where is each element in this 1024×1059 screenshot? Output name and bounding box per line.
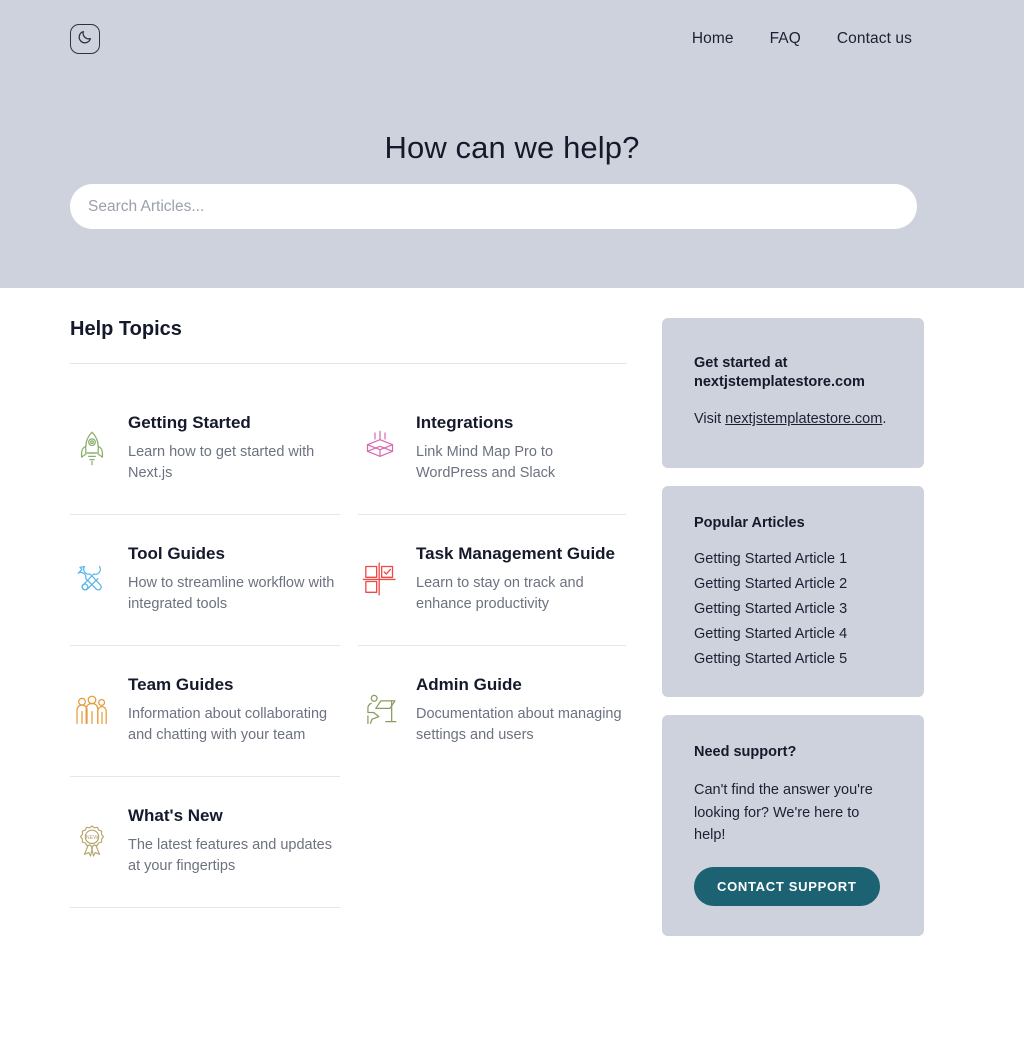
topic-title: Admin Guide: [416, 675, 522, 694]
topic-title: Getting Started: [128, 413, 251, 432]
svg-text:NEW: NEW: [86, 835, 100, 841]
list-item[interactable]: Getting Started Article 4: [694, 626, 892, 642]
contact-support-button[interactable]: CONTACT SUPPORT: [694, 867, 880, 907]
nav-item-faq[interactable]: FAQ: [770, 30, 801, 48]
topic-text: Getting Started Learn how to get started…: [128, 410, 338, 484]
topic-description: How to streamline workflow with integrat…: [128, 575, 335, 613]
topic-description: Documentation about managing settings an…: [416, 706, 622, 744]
topic-text: Team Guides Information about collaborat…: [128, 672, 338, 746]
topic-card-integrations[interactable]: Integrations Link Mind Map Pro to WordPr…: [358, 384, 626, 515]
nav-item-home[interactable]: Home: [692, 30, 734, 48]
topic-text: Tool Guides How to streamline workflow w…: [128, 541, 338, 615]
help-topics-column-left: Getting Started Learn how to get started…: [70, 384, 348, 908]
topic-text: What's New The latest features and updat…: [128, 803, 338, 877]
topic-description: Link Mind Map Pro to WordPress and Slack: [416, 444, 556, 482]
topic-text: Admin Guide Documentation about managing…: [416, 672, 626, 746]
promo-card: Get started at nextjstemplatestore.com V…: [662, 318, 924, 469]
main-content: Help Topics Getting Started Learn how to…: [0, 288, 1024, 937]
people-group-icon: [70, 688, 114, 732]
topic-card-admin-guide[interactable]: Admin Guide Documentation about managing…: [358, 646, 626, 777]
popular-articles-card: Popular Articles Getting Started Article…: [662, 486, 924, 697]
topic-card-getting-started[interactable]: Getting Started Learn how to get started…: [70, 384, 340, 515]
promo-link[interactable]: nextjstemplatestore.com: [725, 411, 882, 427]
topic-title: Team Guides: [128, 675, 234, 694]
nav-item-contact-us[interactable]: Contact us: [837, 30, 912, 48]
promo-text-after: .: [882, 411, 887, 428]
topic-text: Task Management Guide Learn to stay on t…: [416, 541, 626, 615]
search-input[interactable]: [70, 184, 917, 229]
topic-title: Tool Guides: [128, 544, 225, 563]
tools-icon: [70, 557, 114, 601]
topic-text: Integrations Link Mind Map Pro to WordPr…: [416, 410, 626, 484]
promo-text: Visit nextjstemplatestore.com.: [694, 409, 892, 430]
list-item[interactable]: Getting Started Article 1: [694, 551, 892, 567]
topic-description: Information about collaborating and chat…: [128, 706, 328, 744]
topic-title: Integrations: [416, 413, 514, 432]
top-navbar: Home FAQ Contact us: [0, 0, 1024, 78]
topic-card-tool-guides[interactable]: Tool Guides How to streamline workflow w…: [70, 515, 340, 646]
task-grid-check-icon: [358, 557, 402, 601]
popular-articles-list: Getting Started Article 1 Getting Starte…: [694, 551, 892, 667]
new-badge-icon: NEW: [70, 819, 114, 863]
sidebar: Get started at nextjstemplatestore.com V…: [662, 288, 924, 937]
topic-card-team-guides[interactable]: Team Guides Information about collaborat…: [70, 646, 340, 777]
moon-icon: [77, 29, 93, 50]
help-topics-heading: Help Topics: [70, 318, 182, 340]
search-bar: [70, 184, 917, 229]
list-item[interactable]: Getting Started Article 5: [694, 651, 892, 667]
person-at-desk-icon: [358, 688, 402, 732]
help-topics-section: Help Topics Getting Started Learn how to…: [70, 288, 635, 908]
page-title: How can we help?: [384, 130, 640, 165]
topic-title: Task Management Guide: [416, 544, 616, 563]
help-topics-divider: [70, 363, 627, 364]
open-box-icon: [358, 426, 402, 470]
support-text: Can't find the answer you're looking for…: [694, 782, 873, 844]
topic-title: What's New: [128, 806, 223, 825]
rocket-icon: [70, 426, 114, 470]
topic-description: Learn how to get started with Next.js: [128, 444, 315, 482]
topic-card-whats-new[interactable]: NEW What's New The latest features and u…: [70, 777, 340, 908]
support-title: Need support?: [694, 743, 797, 760]
support-card: Need support? Can't find the answer you'…: [662, 714, 924, 937]
nav-links: Home FAQ Contact us: [692, 30, 912, 48]
topic-description: Learn to stay on track and enhance produ…: [416, 575, 584, 613]
topic-card-task-management-guide[interactable]: Task Management Guide Learn to stay on t…: [358, 515, 626, 646]
topic-description: The latest features and updates at your …: [128, 837, 332, 875]
list-item[interactable]: Getting Started Article 2: [694, 576, 892, 592]
promo-text-before: Visit: [694, 411, 726, 428]
help-topics-column-right: Integrations Link Mind Map Pro to WordPr…: [348, 384, 626, 908]
promo-title: Get started at nextjstemplatestore.com: [694, 355, 865, 390]
popular-articles-title: Popular Articles: [694, 515, 805, 532]
hero-section: Home FAQ Contact us How can we help?: [0, 0, 1024, 288]
help-topics-grid: Getting Started Learn how to get started…: [70, 384, 635, 908]
list-item[interactable]: Getting Started Article 3: [694, 601, 892, 617]
logo-button[interactable]: [70, 24, 100, 54]
